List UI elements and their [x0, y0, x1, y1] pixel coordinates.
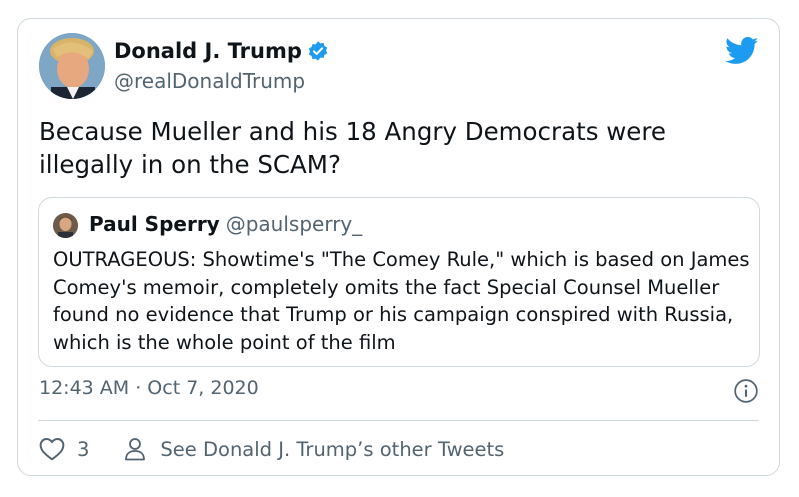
- person-icon[interactable]: [124, 437, 146, 461]
- verified-badge-icon: [307, 40, 329, 62]
- author-avatar[interactable]: [39, 33, 105, 99]
- tweet-actions: 3 See Donald J. Trump’s other Tweets: [39, 434, 504, 464]
- quoted-author-handle: @paulsperry_: [225, 212, 363, 236]
- info-icon[interactable]: [733, 378, 759, 404]
- quoted-tweet-text: OUTRAGEOUS: Showtime's "The Comey Rule,"…: [53, 248, 750, 354]
- heart-icon[interactable]: [39, 437, 65, 461]
- quoted-tweet[interactable]: Paul Sperry @paulsperry_ OUTRAGEOUS: Show…: [38, 197, 760, 367]
- like-count: 3: [77, 437, 90, 461]
- tweet-timestamp[interactable]: 12:43 AM · Oct 7, 2020: [39, 377, 259, 399]
- see-other-tweets-link[interactable]: See Donald J. Trump’s other Tweets: [160, 438, 504, 461]
- tweet-text: Because Mueller and his 18 Angry Democra…: [39, 117, 666, 179]
- quoted-author-avatar: [53, 213, 78, 238]
- twitter-bird-icon[interactable]: [725, 37, 759, 65]
- divider: [38, 420, 759, 421]
- author-name[interactable]: Donald J. Trump: [114, 39, 302, 63]
- tweet-card: Donald J. Trump @realDonaldTrump Because…: [17, 18, 780, 476]
- quoted-author-name: Paul Sperry: [89, 212, 220, 236]
- author-handle[interactable]: @realDonaldTrump: [114, 69, 305, 93]
